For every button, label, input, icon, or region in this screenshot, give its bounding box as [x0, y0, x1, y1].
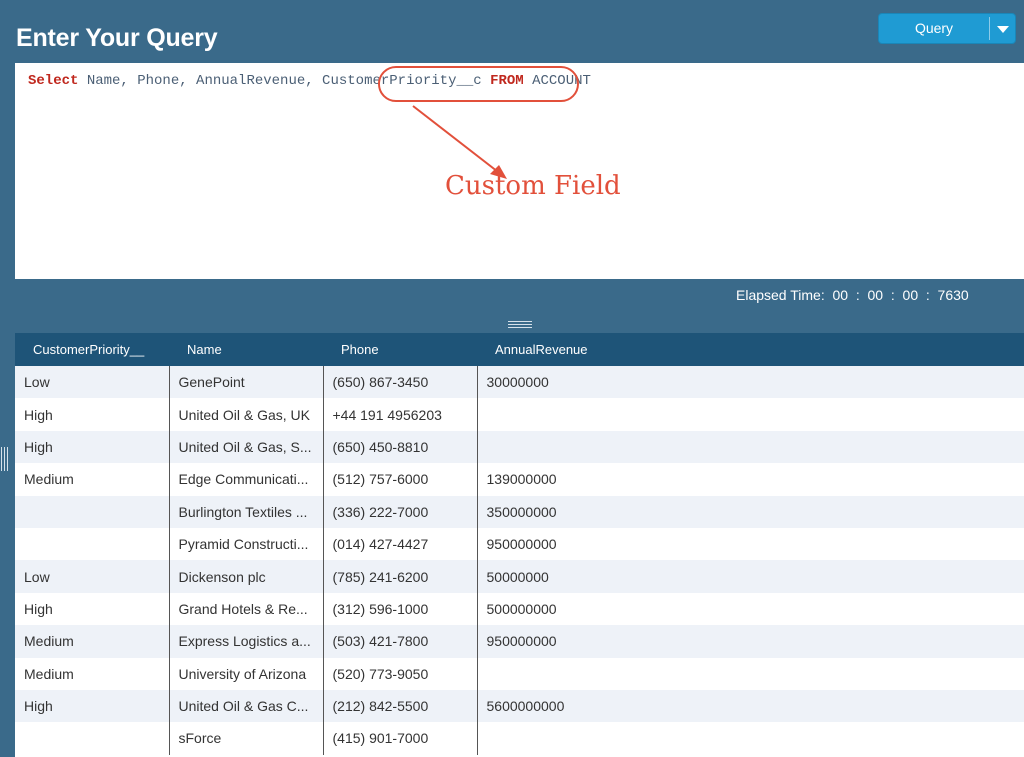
- table-row[interactable]: High Grand Hotels & Re... (312) 596-1000 50…: [15, 592, 1024, 626]
- cell-annual-revenue[interactable]: 5600000000: [477, 689, 1024, 723]
- cell-annual-revenue[interactable]: [477, 658, 1024, 690]
- keyword-select: Select: [28, 73, 79, 89]
- table-row[interactable]: High United Oil & Gas, S... (650) 450-8810: [15, 430, 1024, 464]
- cell-name[interactable]: GenePoint: [169, 366, 324, 399]
- cell-priority[interactable]: High: [15, 398, 170, 431]
- cell-priority[interactable]: Medium: [15, 463, 170, 496]
- table-row[interactable]: Pyramid Constructi... (014) 427-4427 95000…: [15, 527, 1024, 561]
- cell-phone[interactable]: (520) 773-9050: [323, 657, 478, 690]
- cell-priority[interactable]: High: [15, 430, 170, 464]
- cell-phone[interactable]: (014) 427-4427: [323, 527, 478, 561]
- cell-annual-revenue[interactable]: 500000000: [477, 593, 1024, 625]
- cell-priority[interactable]: [15, 722, 170, 755]
- table-row[interactable]: Medium Edge Communicati... (512) 757-6000 1…: [15, 463, 1024, 496]
- cell-phone[interactable]: (415) 901-7000: [323, 722, 478, 755]
- cell-name[interactable]: Express Logistics a...: [169, 625, 324, 658]
- table-row[interactable]: sForce (415) 901-7000: [15, 722, 1024, 755]
- cell-priority[interactable]: Medium: [15, 625, 170, 658]
- table-row[interactable]: Medium University of Arizona (520) 773-905…: [15, 657, 1024, 690]
- cell-name[interactable]: Edge Communicati...: [169, 463, 324, 496]
- cell-phone[interactable]: (336) 222-7000: [323, 495, 478, 528]
- column-header-phone[interactable]: Phone: [323, 333, 477, 366]
- resize-handle-horizontal[interactable]: [508, 321, 532, 330]
- query-button-label[interactable]: Query: [879, 14, 989, 43]
- header-row: CustomerPriority__ Name Phone AnnualReve…: [15, 333, 1024, 366]
- cell-annual-revenue[interactable]: [477, 430, 1024, 464]
- custom-field-highlight: [378, 66, 579, 102]
- cell-phone[interactable]: (650) 450-8810: [323, 430, 478, 464]
- cell-priority[interactable]: [15, 495, 170, 528]
- annotation-label: Custom Field: [445, 171, 621, 201]
- table-row[interactable]: Low Dickenson plc (785) 241-6200 50000000: [15, 560, 1024, 593]
- cell-annual-revenue[interactable]: [477, 398, 1024, 430]
- table-row[interactable]: Medium Express Logistics a... (503) 421-78…: [15, 625, 1024, 658]
- cell-phone[interactable]: +44 191 4956203: [323, 398, 478, 431]
- cell-annual-revenue[interactable]: 50000000: [477, 560, 1024, 593]
- cell-priority[interactable]: High: [15, 592, 170, 626]
- cell-phone[interactable]: (512) 757-6000: [323, 463, 478, 496]
- cell-priority[interactable]: High: [15, 689, 170, 723]
- results-grid: CustomerPriority__ Name Phone AnnualReve…: [15, 333, 1024, 757]
- cell-phone[interactable]: (212) 842-5500: [323, 689, 478, 723]
- column-header-annual-revenue[interactable]: AnnualRevenue: [477, 333, 1024, 366]
- cell-phone[interactable]: (650) 867-3450: [323, 366, 478, 399]
- table-row[interactable]: Low GenePoint (650) 867-3450 30000000: [15, 366, 1024, 399]
- cell-annual-revenue[interactable]: 30000000: [477, 366, 1024, 399]
- chevron-down-icon[interactable]: [997, 26, 1009, 33]
- cell-name[interactable]: United Oil & Gas C...: [169, 689, 324, 723]
- cell-name[interactable]: United Oil & Gas, UK: [169, 398, 324, 431]
- cell-name[interactable]: University of Arizona: [169, 657, 324, 690]
- resize-handle-vertical[interactable]: [1, 447, 9, 471]
- table-row[interactable]: High United Oil & Gas, UK +44 191 4956203: [15, 398, 1024, 431]
- cell-name[interactable]: Dickenson plc: [169, 560, 324, 593]
- column-header-name[interactable]: Name: [169, 333, 323, 366]
- top-bar: Enter Your Query Query: [0, 0, 1024, 63]
- cell-annual-revenue[interactable]: 139000000: [477, 463, 1024, 495]
- query-button[interactable]: Query: [878, 13, 1016, 44]
- column-header-priority[interactable]: CustomerPriority__: [15, 333, 169, 366]
- page-title: Enter Your Query: [16, 24, 218, 52]
- cell-name[interactable]: sForce: [169, 722, 324, 755]
- table-row[interactable]: High United Oil & Gas C... (212) 842-5500 5…: [15, 689, 1024, 723]
- cell-phone[interactable]: (785) 241-6200: [323, 560, 478, 593]
- elapsed-time: Elapsed Time: 00 : 00 : 00 : 7630: [736, 287, 969, 303]
- cell-priority[interactable]: Medium: [15, 657, 170, 690]
- cell-priority[interactable]: Low: [15, 366, 170, 399]
- cell-annual-revenue[interactable]: 350000000: [477, 495, 1024, 528]
- table-row[interactable]: Burlington Textiles ... (336) 222-7000 350…: [15, 495, 1024, 528]
- cell-annual-revenue[interactable]: 950000000: [477, 528, 1024, 560]
- cell-name[interactable]: United Oil & Gas, S...: [169, 430, 324, 464]
- cell-name[interactable]: Pyramid Constructi...: [169, 527, 324, 561]
- cell-priority[interactable]: [15, 527, 170, 561]
- cell-name[interactable]: Burlington Textiles ...: [169, 495, 324, 528]
- query-editor[interactable]: Select Name, Phone, AnnualRevenue, Custo…: [15, 63, 1024, 279]
- cell-name[interactable]: Grand Hotels & Re...: [169, 592, 324, 626]
- cell-phone[interactable]: (503) 421-7800: [323, 625, 478, 658]
- query-button-separator: [989, 17, 990, 40]
- results-table: CustomerPriority__ Name Phone AnnualReve…: [15, 333, 1024, 755]
- cell-priority[interactable]: Low: [15, 560, 170, 593]
- cell-annual-revenue[interactable]: [477, 722, 1024, 754]
- cell-phone[interactable]: (312) 596-1000: [323, 592, 478, 626]
- cell-annual-revenue[interactable]: 950000000: [477, 625, 1024, 658]
